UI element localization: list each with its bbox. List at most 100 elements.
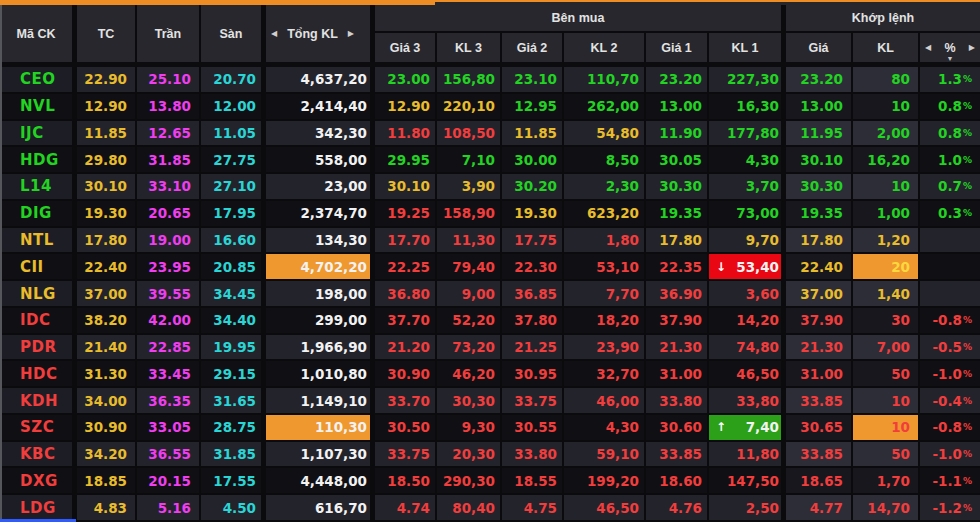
cell-kl1[interactable]: 73,00	[709, 201, 786, 228]
cell-gia2[interactable]: 30.20	[502, 174, 564, 201]
cell-kl2[interactable]: 53,10	[564, 254, 646, 281]
cell-khop-gia[interactable]: 19.35	[786, 201, 853, 228]
column-header-kl3[interactable]: KL 3	[437, 33, 502, 62]
cell-pct-change[interactable]: -0.8%	[920, 308, 980, 335]
cell-kl1[interactable]: 3,60	[709, 281, 786, 308]
cell-khop-kl[interactable]: 80	[853, 67, 920, 94]
cell-tc[interactable]: 17.80	[77, 228, 137, 255]
cell-tc[interactable]: 30.90	[77, 415, 137, 442]
cell-tran[interactable]: 36.35	[137, 388, 201, 415]
cell-khop-gia[interactable]: 33.85	[786, 388, 853, 415]
cell-khop-kl[interactable]: 50	[853, 361, 920, 388]
cell-kl3[interactable]: 3,90	[437, 174, 502, 201]
cell-tran[interactable]: 39.55	[137, 281, 201, 308]
cell-khop-gia[interactable]: 11.95	[786, 121, 853, 148]
cell-pct-change[interactable]: -0.4%	[920, 388, 980, 415]
cell-kl2[interactable]: 1,80	[564, 228, 646, 255]
cell-gia1[interactable]: 13.00	[646, 94, 709, 121]
cell-kl2[interactable]: 110,70	[564, 67, 646, 94]
cell-kl1[interactable]: 9,70	[709, 228, 786, 255]
cell-tran[interactable]: 31.85	[137, 147, 201, 174]
cell-gia2[interactable]: 30.95	[502, 361, 564, 388]
cell-kl1[interactable]: ↓53,40	[709, 254, 786, 281]
cell-tong-kl[interactable]: 1,966,90	[266, 335, 375, 362]
cell-gia2[interactable]: 18.55	[502, 468, 564, 495]
cell-tc[interactable]: 37.00	[77, 281, 137, 308]
cell-gia2[interactable]: 21.25	[502, 335, 564, 362]
cell-kl2[interactable]: 2,30	[564, 174, 646, 201]
cell-gia1[interactable]: 23.20	[646, 67, 709, 94]
cell-stock-code[interactable]: CII	[0, 254, 77, 281]
cell-gia3[interactable]: 18.50	[375, 468, 437, 495]
cell-kl2[interactable]: 54,80	[564, 121, 646, 148]
cell-kl1[interactable]: ↑7,40	[709, 415, 786, 442]
cell-stock-code[interactable]: NTL	[0, 228, 77, 255]
cell-stock-code[interactable]: NVL	[0, 94, 77, 121]
cell-tc[interactable]: 18.85	[77, 468, 137, 495]
cell-gia3[interactable]: 17.70	[375, 228, 437, 255]
cell-khop-kl[interactable]: 10	[853, 174, 920, 201]
cell-tc[interactable]: 12.90	[77, 94, 137, 121]
cell-gia2[interactable]: 30.00	[502, 147, 564, 174]
cell-kl3[interactable]: 158,90	[437, 201, 502, 228]
cell-tran[interactable]: 33.10	[137, 174, 201, 201]
cell-khop-gia[interactable]: 21.30	[786, 335, 853, 362]
column-header-gia2[interactable]: Giá 2	[502, 33, 564, 62]
cell-san[interactable]: 20.70	[201, 67, 266, 94]
cell-tc[interactable]: 29.80	[77, 147, 137, 174]
cell-tong-kl[interactable]: 1,107,30	[266, 442, 375, 469]
column-header-pct[interactable]: ◀ % ▶ ▼	[920, 33, 980, 62]
cell-gia2[interactable]: 37.80	[502, 308, 564, 335]
cell-tran[interactable]: 19.00	[137, 228, 201, 255]
cell-khop-gia[interactable]: 17.80	[786, 228, 853, 255]
cell-khop-kl[interactable]: 10	[853, 415, 920, 442]
cell-stock-code[interactable]: LDG	[0, 495, 77, 522]
cell-tc[interactable]: 38.20	[77, 308, 137, 335]
cell-gia3[interactable]: 23.00	[375, 67, 437, 94]
cell-khop-gia[interactable]: 23.20	[786, 67, 853, 94]
cell-gia3[interactable]: 33.75	[375, 442, 437, 469]
cell-pct-change[interactable]	[920, 254, 980, 281]
cell-pct-change[interactable]: -1.0%	[920, 442, 980, 469]
cell-kl1[interactable]: 74,80	[709, 335, 786, 362]
cell-stock-code[interactable]: HDG	[0, 147, 77, 174]
cell-stock-code[interactable]: IDC	[0, 308, 77, 335]
cell-tong-kl[interactable]: 4,637,20	[266, 67, 375, 94]
cell-pct-change[interactable]: 1.3%	[920, 67, 980, 94]
cell-kl1[interactable]: 2,50	[709, 495, 786, 522]
column-header-tc[interactable]: TC	[77, 5, 137, 62]
cell-stock-code[interactable]: NLG	[0, 281, 77, 308]
cell-kl3[interactable]: 9,30	[437, 415, 502, 442]
cell-kl2[interactable]: 7,70	[564, 281, 646, 308]
cell-stock-code[interactable]: IJC	[0, 121, 77, 148]
cell-pct-change[interactable]: -1.2%	[920, 495, 980, 522]
cell-kl2[interactable]: 23,90	[564, 335, 646, 362]
cell-gia1[interactable]: 36.90	[646, 281, 709, 308]
cell-san[interactable]: 17.55	[201, 468, 266, 495]
cell-gia2[interactable]: 36.85	[502, 281, 564, 308]
cell-gia3[interactable]: 29.95	[375, 147, 437, 174]
cell-kl3[interactable]: 9,00	[437, 281, 502, 308]
cell-tc[interactable]: 21.40	[77, 335, 137, 362]
sort-right-icon[interactable]: ▶	[348, 29, 354, 38]
cell-kl1[interactable]: 227,30	[709, 67, 786, 94]
cell-khop-kl[interactable]: 16,20	[853, 147, 920, 174]
column-header-kl1[interactable]: KL 1	[709, 33, 786, 62]
cell-gia1[interactable]: 4.76	[646, 495, 709, 522]
cell-khop-gia[interactable]: 30.30	[786, 174, 853, 201]
cell-tong-kl[interactable]: 23,00	[266, 174, 375, 201]
cell-stock-code[interactable]: SZC	[0, 415, 77, 442]
cell-kl2[interactable]: 8,50	[564, 147, 646, 174]
cell-tong-kl[interactable]: 616,70	[266, 495, 375, 522]
cell-gia1[interactable]: 30.05	[646, 147, 709, 174]
cell-kl3[interactable]: 30,30	[437, 388, 502, 415]
cell-gia2[interactable]: 22.30	[502, 254, 564, 281]
sort-left-icon[interactable]: ◀	[925, 43, 931, 52]
cell-khop-kl[interactable]: 30	[853, 308, 920, 335]
cell-kl3[interactable]: 108,50	[437, 121, 502, 148]
cell-khop-kl[interactable]: 50	[853, 442, 920, 469]
cell-san[interactable]: 19.95	[201, 335, 266, 362]
cell-kl3[interactable]: 73,20	[437, 335, 502, 362]
cell-san[interactable]: 12.00	[201, 94, 266, 121]
cell-pct-change[interactable]: -1.0%	[920, 361, 980, 388]
